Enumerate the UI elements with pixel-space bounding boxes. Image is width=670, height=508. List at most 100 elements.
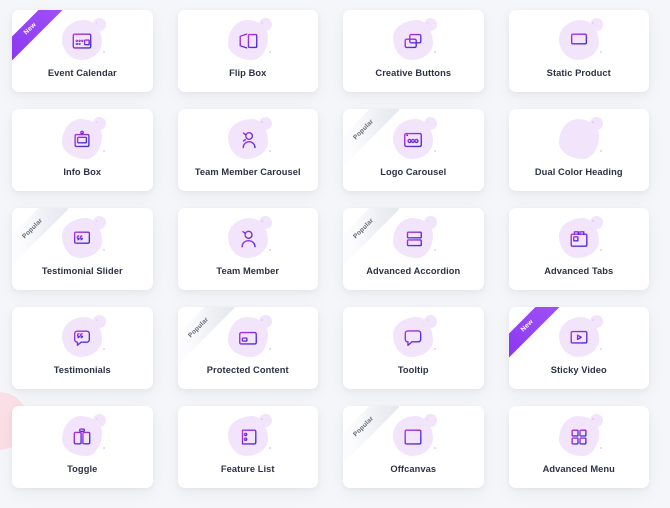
badge-new: New bbox=[508, 307, 561, 359]
widget-label: Flip Box bbox=[229, 68, 267, 78]
ribbon-band: New bbox=[508, 307, 561, 359]
widget-card-offcanvas[interactable]: Popular Offcanvas bbox=[343, 406, 484, 488]
widget-card-feature-list[interactable]: Feature List bbox=[177, 406, 318, 488]
widget-card-team-member-carousel[interactable]: Team Member Carousel bbox=[177, 109, 318, 191]
widget-cell: Creative Buttons bbox=[331, 0, 497, 99]
widget-icon-wrap bbox=[58, 315, 107, 360]
ribbon-label: Popular bbox=[20, 217, 45, 241]
ribbon-label: Popular bbox=[351, 415, 376, 439]
widget-label: Feature List bbox=[220, 464, 275, 474]
badge-new: New bbox=[12, 10, 64, 62]
widget-cell: Tooltip bbox=[331, 297, 497, 396]
widget-cell: Testimonials bbox=[0, 297, 166, 396]
widget-card-toggle[interactable]: Toggle bbox=[12, 406, 153, 488]
widget-card-advanced-menu[interactable]: Advanced Menu bbox=[508, 406, 649, 488]
widget-icon-wrap bbox=[224, 18, 272, 63]
widget-label: Testimonial Slider bbox=[41, 266, 123, 276]
widget-card-sticky-video[interactable]: New Sticky Video bbox=[508, 307, 649, 389]
widget-icon-wrap bbox=[555, 315, 603, 360]
sticky-video-icon bbox=[555, 316, 603, 360]
widget-icon-wrap bbox=[58, 216, 107, 261]
widget-icon-wrap bbox=[389, 117, 438, 162]
widget-label: Team Member Carousel bbox=[194, 167, 301, 177]
widget-card-testimonials[interactable]: Testimonials bbox=[12, 307, 153, 389]
widget-icon-wrap bbox=[555, 216, 603, 261]
widget-card-flip-box[interactable]: Flip Box bbox=[177, 10, 318, 92]
widget-label: Logo Carousel bbox=[380, 167, 447, 177]
widget-cell: Dual Color Heading bbox=[497, 99, 663, 198]
widget-cell: Popular Logo Carousel bbox=[331, 99, 497, 198]
widget-label: Protected Content bbox=[206, 365, 289, 375]
advanced-accordion-icon bbox=[389, 217, 437, 261]
widget-cell: Popular Offcanvas bbox=[331, 396, 497, 495]
widget-card-logo-carousel[interactable]: Popular Logo Carousel bbox=[343, 109, 484, 191]
calendar-icon bbox=[58, 19, 106, 63]
widget-cell: Popular Advanced Accordion bbox=[331, 198, 497, 297]
widget-label: Dual Color Heading bbox=[534, 167, 623, 177]
widget-card-info-box[interactable]: Info Box bbox=[12, 109, 153, 191]
widget-icon-wrap bbox=[389, 18, 438, 63]
widget-cell: Popular Testimonial Slider bbox=[0, 198, 166, 297]
info-box-icon bbox=[58, 118, 106, 162]
widget-icon-wrap bbox=[389, 315, 438, 360]
ribbon-label: New bbox=[519, 318, 535, 334]
ribbon-label: Popular bbox=[351, 118, 376, 142]
widget-cell: New Sticky Video bbox=[497, 297, 663, 396]
offcanvas-icon bbox=[389, 415, 437, 459]
widget-icon-wrap bbox=[224, 315, 272, 360]
widget-icon-wrap bbox=[224, 117, 272, 162]
widget-icon-wrap bbox=[224, 216, 272, 261]
widget-icon-wrap bbox=[58, 414, 107, 459]
widget-card-testimonial-slider[interactable]: Popular Testimonial Slider bbox=[12, 208, 153, 290]
widget-label: Info Box bbox=[63, 167, 102, 177]
widget-card-tooltip[interactable]: Tooltip bbox=[343, 307, 484, 389]
widget-label: Event Calendar bbox=[47, 68, 117, 78]
widget-gallery: New Event Calendar Flip Box Creative Button… bbox=[0, 0, 670, 508]
widget-cell: Feature List bbox=[166, 396, 332, 495]
widget-card-advanced-tabs[interactable]: Advanced Tabs bbox=[508, 208, 649, 290]
logo-carousel-icon bbox=[389, 118, 437, 162]
ribbon-label: Popular bbox=[351, 217, 376, 241]
widget-icon-wrap bbox=[555, 117, 603, 162]
widget-cell: Info Box bbox=[0, 99, 166, 198]
widget-label: Offcanvas bbox=[390, 464, 437, 474]
widget-card-team-member[interactable]: Team Member bbox=[177, 208, 318, 290]
widget-label: Creative Buttons bbox=[375, 68, 452, 78]
widget-card-protected-content[interactable]: Popular Protected Content bbox=[177, 307, 318, 389]
widget-icon-wrap bbox=[389, 216, 438, 261]
widget-cell: Advanced Menu bbox=[497, 396, 663, 495]
widget-cell: Popular Protected Content bbox=[166, 297, 332, 396]
flip-box-icon bbox=[224, 19, 272, 63]
widget-card-dual-color-heading[interactable]: Dual Color Heading bbox=[508, 109, 649, 191]
widget-card-event-calendar[interactable]: New Event Calendar bbox=[12, 10, 153, 92]
toggle-icon bbox=[58, 415, 106, 459]
ribbon-label: Popular bbox=[186, 316, 210, 340]
advanced-menu-icon bbox=[555, 415, 603, 459]
ribbon-band: New bbox=[12, 10, 64, 62]
widget-icon-wrap bbox=[555, 18, 603, 63]
widget-icon-wrap bbox=[58, 117, 107, 162]
widget-cell: Team Member Carousel bbox=[166, 99, 332, 198]
advanced-tabs-icon bbox=[555, 217, 603, 261]
widget-icon-wrap bbox=[389, 414, 438, 459]
team-member-icon bbox=[224, 217, 272, 261]
testimonial-slider-icon bbox=[58, 217, 106, 261]
ribbon-label: New bbox=[22, 21, 38, 37]
widget-card-advanced-accordion[interactable]: Popular Advanced Accordion bbox=[343, 208, 484, 290]
widget-card-creative-buttons[interactable]: Creative Buttons bbox=[343, 10, 484, 92]
widget-label: Testimonials bbox=[53, 365, 111, 375]
widget-cell: Toggle bbox=[0, 396, 166, 495]
widget-label: Advanced Tabs bbox=[544, 266, 614, 276]
widget-label: Advanced Menu bbox=[542, 464, 615, 474]
widget-label: Team Member bbox=[216, 266, 280, 276]
widget-label: Sticky Video bbox=[550, 365, 607, 375]
widget-icon-wrap bbox=[555, 414, 603, 459]
widget-cell: Advanced Tabs bbox=[497, 198, 663, 297]
widget-cell: Team Member bbox=[166, 198, 332, 297]
widget-icon-wrap bbox=[224, 414, 272, 459]
widget-grid: New Event Calendar Flip Box Creative Button… bbox=[0, 0, 670, 508]
protected-content-icon bbox=[224, 316, 272, 360]
dual-color-heading-icon bbox=[555, 118, 603, 162]
widget-cell: New Event Calendar bbox=[0, 0, 166, 99]
widget-card-static-product[interactable]: Static Product bbox=[508, 10, 649, 92]
